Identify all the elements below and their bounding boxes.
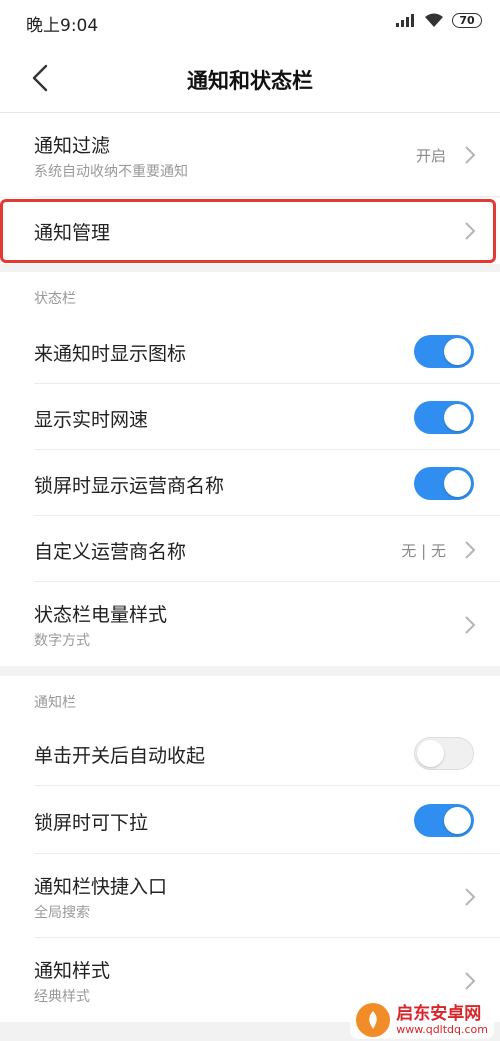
chevron-right-icon bbox=[465, 541, 476, 559]
section-gap bbox=[0, 666, 500, 676]
chevron-right-icon bbox=[465, 888, 476, 906]
watermark: 启东安卓网 www.qdltdq.com bbox=[350, 1001, 494, 1039]
status-icons: 70 bbox=[396, 12, 482, 28]
lockscreen-carrier-label: 锁屏时显示运营商名称 bbox=[34, 475, 225, 497]
chevron-right-icon bbox=[465, 146, 476, 164]
wifi-icon bbox=[425, 13, 443, 27]
battery-icon: 70 bbox=[452, 12, 482, 28]
lockscreen-carrier-item[interactable]: 锁屏时显示运营商名称 bbox=[0, 450, 500, 516]
notification-manage-item[interactable]: 通知管理 bbox=[0, 198, 500, 264]
auto-collapse-item[interactable]: 单击开关后自动收起 bbox=[0, 720, 500, 786]
chevron-right-icon bbox=[465, 972, 476, 990]
battery-style-label: 状态栏电量样式 bbox=[34, 604, 168, 626]
notification-filter-item[interactable]: 通知过滤 系统自动收纳不重要通知 开启 bbox=[0, 113, 500, 197]
notif-section-header: 通知栏 bbox=[0, 676, 500, 720]
show-icon-label: 来通知时显示图标 bbox=[34, 343, 187, 365]
toggle-knob bbox=[444, 338, 471, 365]
toggle-knob bbox=[444, 404, 471, 431]
chevron-right-icon bbox=[465, 222, 476, 240]
show-icon-toggle[interactable] bbox=[414, 335, 474, 368]
section-gap bbox=[0, 264, 500, 272]
watermark-logo-mark bbox=[369, 1011, 377, 1029]
notification-manage-label: 通知管理 bbox=[34, 222, 111, 244]
toggle-knob bbox=[444, 470, 471, 497]
status-time: 晚上9:04 bbox=[26, 16, 99, 36]
page-title: 通知和状态栏 bbox=[187, 69, 313, 93]
quick-entry-sub: 全局搜索 bbox=[34, 905, 90, 921]
network-speed-toggle[interactable] bbox=[414, 401, 474, 434]
battery-style-sub: 数字方式 bbox=[34, 633, 90, 649]
lockscreen-pulldown-item[interactable]: 锁屏时可下拉 bbox=[0, 786, 500, 854]
lockscreen-pulldown-toggle[interactable] bbox=[414, 804, 474, 837]
notification-filter-value: 开启 bbox=[415, 147, 446, 165]
auto-collapse-label: 单击开关后自动收起 bbox=[34, 745, 206, 767]
notification-filter-sub: 系统自动收纳不重要通知 bbox=[34, 164, 188, 180]
status-section-title: 状态栏 bbox=[34, 291, 76, 307]
watermark-text: 启东安卓网 www.qdltdq.com bbox=[396, 1005, 488, 1036]
custom-carrier-label: 自定义运营商名称 bbox=[34, 541, 187, 563]
toggle-knob bbox=[444, 807, 471, 834]
quick-entry-label: 通知栏快捷入口 bbox=[34, 876, 168, 898]
status-bar: 晚上9:04 70 bbox=[0, 0, 500, 44]
watermark-url: www.qdltdq.com bbox=[396, 1022, 488, 1036]
network-speed-label: 显示实时网速 bbox=[34, 409, 149, 431]
notification-style-sub: 经典样式 bbox=[34, 989, 90, 1005]
show-network-speed-item[interactable]: 显示实时网速 bbox=[0, 384, 500, 450]
status-section-header: 状态栏 bbox=[0, 272, 500, 318]
title-bar: 通知和状态栏 bbox=[0, 44, 500, 112]
auto-collapse-toggle[interactable] bbox=[414, 737, 474, 770]
toggle-knob bbox=[417, 740, 444, 767]
watermark-title: 启东安卓网 bbox=[396, 1003, 482, 1024]
show-icon-on-notification-item[interactable]: 来通知时显示图标 bbox=[0, 318, 500, 384]
lockscreen-pulldown-label: 锁屏时可下拉 bbox=[34, 812, 149, 834]
notif-section-title: 通知栏 bbox=[34, 695, 76, 711]
battery-style-item[interactable]: 状态栏电量样式 数字方式 bbox=[0, 582, 500, 666]
custom-carrier-value: 无 | 无 bbox=[401, 542, 446, 560]
chevron-right-icon bbox=[465, 616, 476, 634]
row-separator bbox=[34, 196, 500, 197]
lockscreen-carrier-toggle[interactable] bbox=[414, 467, 474, 500]
notification-filter-label: 通知过滤 bbox=[34, 135, 111, 157]
custom-carrier-name-item[interactable]: 自定义运营商名称 无 | 无 bbox=[0, 516, 500, 582]
quick-entry-item[interactable]: 通知栏快捷入口 全局搜索 bbox=[0, 854, 500, 938]
watermark-logo-icon bbox=[356, 1003, 391, 1037]
notification-style-label: 通知样式 bbox=[34, 960, 111, 982]
signal-icon bbox=[396, 14, 414, 27]
